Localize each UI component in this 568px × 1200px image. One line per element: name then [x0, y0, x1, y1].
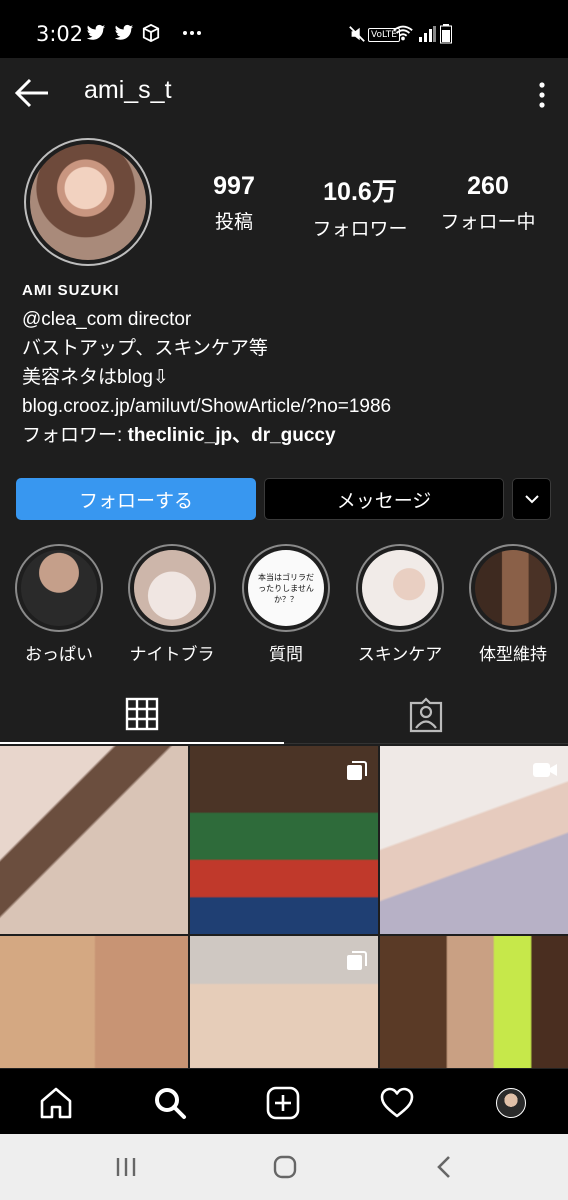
highlight-label: スキンケア [357, 645, 443, 665]
chevron-down-icon [524, 495, 539, 504]
highlight-item[interactable]: 本当はゴリラだったりしませんか？？ 質問 [236, 544, 336, 665]
action-buttons: フォローする メッセージ [0, 478, 568, 520]
highlight-label: 質問 [269, 645, 303, 665]
post-thumbnail[interactable] [190, 936, 378, 1068]
highlight-ring [469, 544, 557, 632]
twitter-icon [86, 24, 106, 47]
followed-by[interactable]: フォロワー: theclinic_jp、dr_guccy [22, 421, 552, 450]
following-label: フォロー中 [440, 211, 536, 233]
highlight-item[interactable]: おっぱい [9, 544, 109, 665]
multiple-icon [347, 951, 367, 970]
highlight-ring [15, 544, 103, 632]
profile-screen: ami_s_t 997 投稿 10.6万 フォロワー 260 フォロー中 AMI… [0, 58, 568, 1068]
nav-search[interactable] [150, 1083, 190, 1123]
home-icon [40, 1087, 72, 1119]
followers-count[interactable]: 10.6万 フォロワー [290, 172, 430, 241]
post-thumbnail[interactable] [380, 936, 568, 1068]
back-button-icon [437, 1156, 450, 1178]
highlight-ring [356, 544, 444, 632]
nav-activity[interactable] [377, 1083, 417, 1123]
post-thumbnail[interactable] [380, 746, 568, 934]
home-button[interactable] [265, 1152, 305, 1182]
nav-add-post[interactable] [263, 1083, 303, 1123]
back-arrow-icon[interactable] [14, 76, 52, 110]
tagged-icon [409, 696, 443, 732]
more-dots-icon [182, 24, 202, 47]
followers-value: 10.6万 [323, 178, 397, 206]
highlight-label: ナイトブラ [129, 645, 215, 665]
posts-value: 997 [213, 172, 255, 200]
post-thumbnail[interactable] [0, 936, 188, 1068]
video-icon [533, 763, 557, 777]
twitter-icon [114, 24, 134, 47]
bottom-navigation [0, 1068, 568, 1134]
highlight-cover [362, 550, 438, 626]
suggestions-dropdown-button[interactable] [512, 478, 551, 520]
highlight-ring [128, 544, 216, 632]
box-icon [142, 23, 160, 47]
followed-by-names: theclinic_jp、dr_guccy [127, 425, 336, 446]
grid-icon [125, 697, 159, 731]
message-button[interactable]: メッセージ [264, 478, 504, 520]
followers-label: フォロワー [312, 218, 408, 240]
post-thumbnail[interactable] [0, 746, 188, 934]
profile-name: AMI SUZUKI [22, 282, 120, 299]
status-bar: 3:02 VoLTE [0, 0, 568, 58]
profile-username: ami_s_t [84, 76, 172, 104]
add-post-icon [266, 1086, 300, 1120]
heart-icon [380, 1087, 414, 1118]
wifi-icon [392, 24, 414, 46]
multiple-icon [347, 761, 367, 780]
more-options-icon[interactable] [536, 80, 548, 110]
profile-photo [30, 144, 146, 260]
highlight-label: おっぱい [25, 645, 93, 665]
posts-grid [0, 746, 568, 1068]
top-bar: ami_s_t [0, 58, 568, 130]
bio-line: @clea_com director [22, 309, 192, 330]
highlight-cover [134, 550, 210, 626]
follow-button[interactable]: フォローする [16, 478, 256, 520]
highlight-cover [475, 550, 551, 626]
posts-label: 投稿 [214, 211, 253, 233]
status-time: 3:02 [36, 22, 84, 46]
bio-line: 美容ネタはblog⇩ [22, 367, 169, 388]
highlight-cover [21, 550, 97, 626]
posts-count[interactable]: 997 投稿 [164, 172, 304, 234]
following-value: 260 [467, 172, 509, 200]
battery-icon [440, 24, 452, 48]
profile-avatar[interactable] [24, 138, 152, 266]
highlight-cover-text: 本当はゴリラだったりしませんか？？ [248, 550, 324, 626]
following-count[interactable]: 260 フォロー中 [418, 172, 558, 234]
bio-link[interactable]: blog.crooz.jp/amiluvt/ShowArticle/?no=19… [22, 392, 552, 421]
story-highlights: おっぱい ナイトブラ 本当はゴリラだったりしませんか？？ 質問 スキンケア 体型… [0, 544, 568, 674]
nav-home[interactable] [36, 1083, 76, 1123]
search-icon [155, 1088, 186, 1119]
followed-by-prefix: フォロワー: [22, 425, 128, 446]
nav-profile[interactable] [491, 1083, 531, 1123]
highlight-ring: 本当はゴリラだったりしませんか？？ [242, 544, 330, 632]
tab-tagged[interactable] [284, 686, 568, 744]
post-thumbnail[interactable] [190, 746, 378, 934]
highlight-label: 体型維持 [479, 645, 547, 665]
profile-bio: AMI SUZUKI @clea_com director バストアップ、スキン… [22, 282, 552, 450]
system-navigation-bar [0, 1134, 568, 1200]
highlight-item[interactable]: スキンケア [350, 544, 450, 665]
signal-icon [418, 26, 436, 46]
profile-avatar-icon [496, 1088, 526, 1118]
recent-apps-button[interactable] [106, 1152, 146, 1182]
profile-tabs [0, 686, 568, 744]
mute-icon [348, 25, 366, 47]
bio-line: バストアップ、スキンケア等 [22, 338, 268, 359]
highlight-item[interactable]: 体型維持 [463, 544, 563, 665]
home-button-icon [273, 1155, 297, 1179]
back-button[interactable] [424, 1152, 464, 1182]
highlight-item[interactable]: ナイトブラ [122, 544, 222, 665]
recent-apps-icon [116, 1158, 136, 1176]
tab-grid[interactable] [0, 686, 284, 744]
notification-icons [86, 23, 202, 47]
